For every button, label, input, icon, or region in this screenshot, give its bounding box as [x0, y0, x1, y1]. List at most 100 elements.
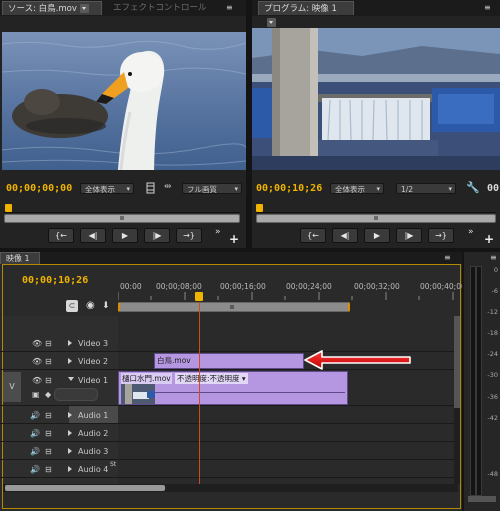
keyframe-nav-control[interactable]: [54, 388, 98, 401]
add-button-icon[interactable]: +: [229, 232, 239, 246]
more-controls-icon[interactable]: »: [468, 227, 474, 237]
timeline-horizontal-scrollbar[interactable]: [3, 484, 458, 492]
swan-video-image: [2, 32, 246, 170]
add-button-icon[interactable]: +: [484, 232, 494, 246]
tab-source[interactable]: ソース: 白鳥.mov: [2, 1, 102, 15]
clip-swan[interactable]: 白鳥.mov: [154, 353, 304, 369]
speaker-icon[interactable]: 🔊: [30, 465, 40, 474]
source-zoom-grip[interactable]: [120, 216, 124, 220]
speaker-icon[interactable]: 🔊: [30, 411, 40, 420]
expand-triangle-icon[interactable]: [68, 340, 72, 346]
track-name: Video 3: [78, 339, 109, 348]
more-controls-icon[interactable]: »: [215, 227, 221, 237]
program-zoom-grip[interactable]: [374, 216, 378, 220]
meter-bottom-bar: [468, 496, 496, 502]
tab-program[interactable]: プログラム: 映像 1: [258, 1, 354, 27]
panel-menu-icon[interactable]: ≡: [490, 253, 497, 262]
chevron-down-icon[interactable]: [267, 18, 276, 27]
timeline-playhead-marker[interactable]: [195, 292, 203, 301]
track-audio-1: 🔊 ⊟ Audio 1: [0, 406, 460, 424]
step-to-out-button[interactable]: →}: [428, 228, 454, 243]
display-style-icon[interactable]: ▣: [32, 390, 40, 399]
timeline-timecode[interactable]: 00;00;10;26: [22, 275, 88, 286]
meter-label: -12: [487, 308, 498, 316]
tab-effect-controls[interactable]: エフェクトコントロール: [108, 1, 212, 15]
target-video-button[interactable]: V: [3, 372, 21, 402]
meter-label: -18: [487, 329, 498, 337]
eye-icon[interactable]: 👁: [32, 357, 42, 366]
program-monitor-tabstrip: プログラム: 映像 1 ≡: [252, 0, 500, 27]
program-timecode[interactable]: 00;00;10;26: [256, 183, 322, 194]
panel-menu-icon[interactable]: ≡: [484, 4, 491, 12]
lock-icon[interactable]: ⊟: [45, 465, 52, 474]
work-area-bar[interactable]: [118, 302, 350, 312]
track-name: Video 2: [78, 357, 109, 366]
tab-sequence[interactable]: 映像 1: [0, 252, 40, 264]
lock-icon[interactable]: ⊟: [45, 429, 52, 438]
expand-triangle-icon[interactable]: [68, 448, 72, 454]
lock-icon[interactable]: ⊟: [45, 357, 52, 366]
play-button[interactable]: ▶: [112, 228, 138, 243]
eye-icon[interactable]: 👁: [32, 339, 42, 348]
lock-icon[interactable]: ⊟: [45, 411, 52, 420]
program-playhead-marker[interactable]: [256, 204, 263, 212]
ruler-ticks: [118, 292, 454, 300]
chevron-down-icon[interactable]: [79, 4, 89, 13]
wrench-icon[interactable]: 🔧: [466, 181, 480, 194]
tab-sequence-label: 映像 1: [6, 254, 30, 263]
program-fit-label: 全体表示: [335, 185, 365, 194]
track-audio-2: 🔊 ⊟ Audio 2: [0, 424, 460, 442]
expand-triangle-icon[interactable]: [68, 412, 72, 418]
expand-triangle-icon[interactable]: [68, 358, 72, 364]
keyframe-icon[interactable]: ◆: [45, 390, 51, 399]
step-to-out-button[interactable]: →}: [176, 228, 202, 243]
audio-meter-panel: ≡ 0 -6 -12 -18 -24 -30 -36 -42 -48: [462, 252, 500, 511]
ruler-tick-label: 00:00: [120, 282, 142, 291]
step-to-in-button[interactable]: {←: [300, 228, 326, 243]
lock-icon[interactable]: ⊟: [45, 339, 52, 348]
work-area-grip[interactable]: [230, 305, 234, 309]
lock-icon[interactable]: ⊟: [45, 376, 52, 385]
collapse-triangle-icon[interactable]: [68, 377, 74, 381]
drag-audio-video-icon[interactable]: ⇹: [164, 182, 172, 192]
opacity-rubberband[interactable]: [155, 392, 345, 393]
source-quality-dropdown[interactable]: フル画質: [182, 183, 242, 195]
timeline-ruler[interactable]: 00:00 00;00;08;00 00;00;16;00 00;00;24;0…: [118, 280, 466, 316]
link-marker-icon[interactable]: ◉: [86, 300, 95, 311]
clip-swan-label: 白鳥.mov: [157, 356, 191, 365]
timeline-vertical-scrollbar[interactable]: [454, 316, 460, 484]
step-back-button[interactable]: ◀|: [332, 228, 358, 243]
scroll-thumb[interactable]: [5, 485, 165, 491]
expand-triangle-icon[interactable]: [68, 430, 72, 436]
source-timecode[interactable]: 00;00;00;00: [6, 183, 72, 194]
ruler-tick-label: 00;00;40;00: [420, 282, 466, 291]
source-playhead-marker[interactable]: [5, 204, 12, 212]
step-forward-button[interactable]: |▶: [144, 228, 170, 243]
step-to-in-button[interactable]: {←: [48, 228, 74, 243]
source-monitor-tabstrip: ソース: 白鳥.mov エフェクトコントロール ≡: [0, 0, 246, 16]
lock-icon[interactable]: ⊟: [45, 447, 52, 456]
scroll-thumb[interactable]: [454, 316, 460, 408]
step-back-button[interactable]: ◀|: [80, 228, 106, 243]
add-marker-icon[interactable]: ⬇: [102, 301, 110, 311]
panel-menu-icon[interactable]: ≡: [444, 253, 451, 262]
panel-menu-icon[interactable]: ≡: [226, 4, 240, 12]
timeline-playhead-line[interactable]: [199, 302, 200, 484]
step-forward-button[interactable]: |▶: [396, 228, 422, 243]
snap-icon[interactable]: ⊂: [66, 300, 78, 312]
speaker-icon[interactable]: 🔊: [30, 447, 40, 456]
play-button[interactable]: ▶: [364, 228, 390, 243]
source-fit-dropdown[interactable]: 全体表示: [80, 183, 134, 195]
program-resolution-label: 1/2: [401, 185, 414, 194]
speaker-icon[interactable]: 🔊: [30, 429, 40, 438]
eye-icon[interactable]: 👁: [32, 376, 42, 385]
timeline-tabstrip: 映像 1 ≡: [0, 252, 462, 264]
clip-sluice-fx-dropdown[interactable]: 不透明度:不透明度 ▾: [175, 373, 248, 384]
source-quality-label: フル画質: [187, 185, 217, 194]
program-video-frame: [252, 28, 500, 170]
program-fit-dropdown[interactable]: 全体表示: [330, 183, 384, 195]
expand-triangle-icon[interactable]: [68, 466, 72, 472]
program-resolution-dropdown[interactable]: 1/2: [396, 183, 456, 195]
settings-icon[interactable]: [146, 182, 155, 194]
clip-sluice[interactable]: 樋口水門.mov 不透明度:不透明度 ▾: [118, 371, 348, 405]
